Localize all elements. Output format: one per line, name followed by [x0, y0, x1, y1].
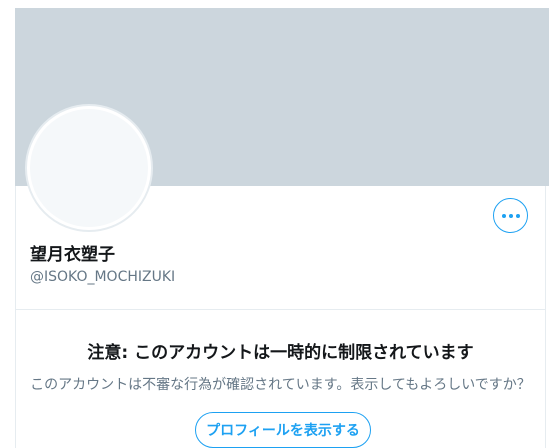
more-button[interactable] [493, 198, 528, 233]
top-strip [0, 0, 560, 8]
profile-display-name: 望月衣塑子 [30, 245, 115, 265]
warning-message: このアカウントは不審な行為が確認されています。表示してもよろしいですか？ [30, 377, 531, 393]
profile-handle: @ISOKO_MOCHIZUKI [30, 269, 176, 285]
view-profile-button[interactable]: プロフィールを表示する [195, 412, 371, 448]
avatar[interactable] [25, 104, 153, 232]
divider [15, 309, 546, 310]
default-avatar-icon [30, 109, 148, 227]
warning-title: 注意: このアカウントは一時的に制限されています [87, 343, 474, 363]
more-horizontal-icon [501, 213, 520, 218]
